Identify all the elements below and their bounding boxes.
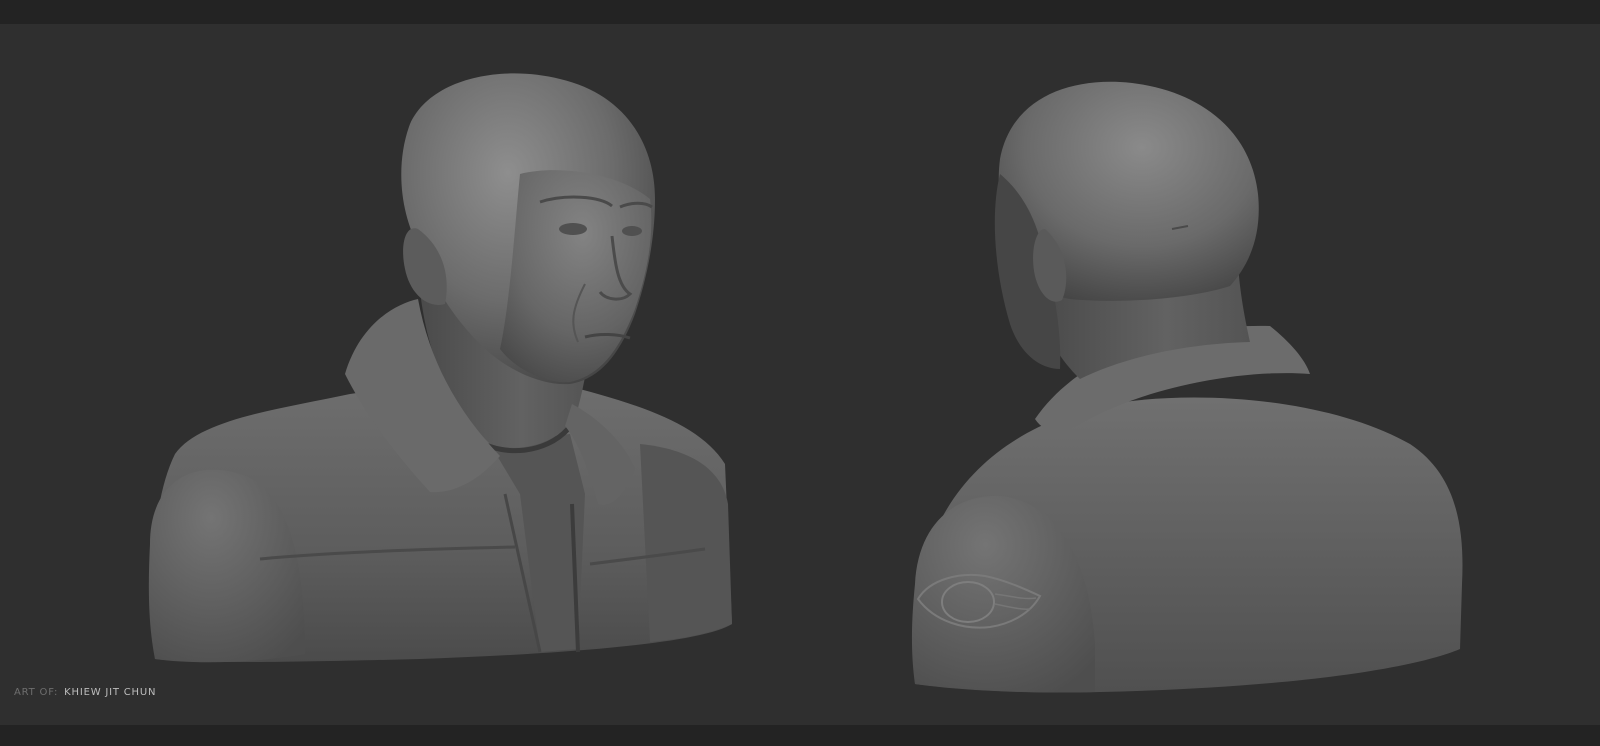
top-letterbox-band [0, 0, 1600, 24]
credit-prefix: ART OF: [14, 687, 59, 698]
credit-artist-name: KHIEW JIT CHUN [64, 687, 157, 698]
front-view-bust [148, 73, 732, 663]
artist-credit: ART OF: KHIEW JIT CHUN [14, 687, 156, 698]
front-eye-left [559, 223, 587, 235]
bottom-letterbox-band [0, 725, 1600, 746]
render-illustration [148, 73, 1463, 693]
rear-view-bust [911, 81, 1463, 693]
render-canvas: ART OF: KHIEW JIT CHUN [0, 24, 1600, 725]
front-eye-right [622, 226, 642, 236]
front-face [500, 170, 652, 383]
